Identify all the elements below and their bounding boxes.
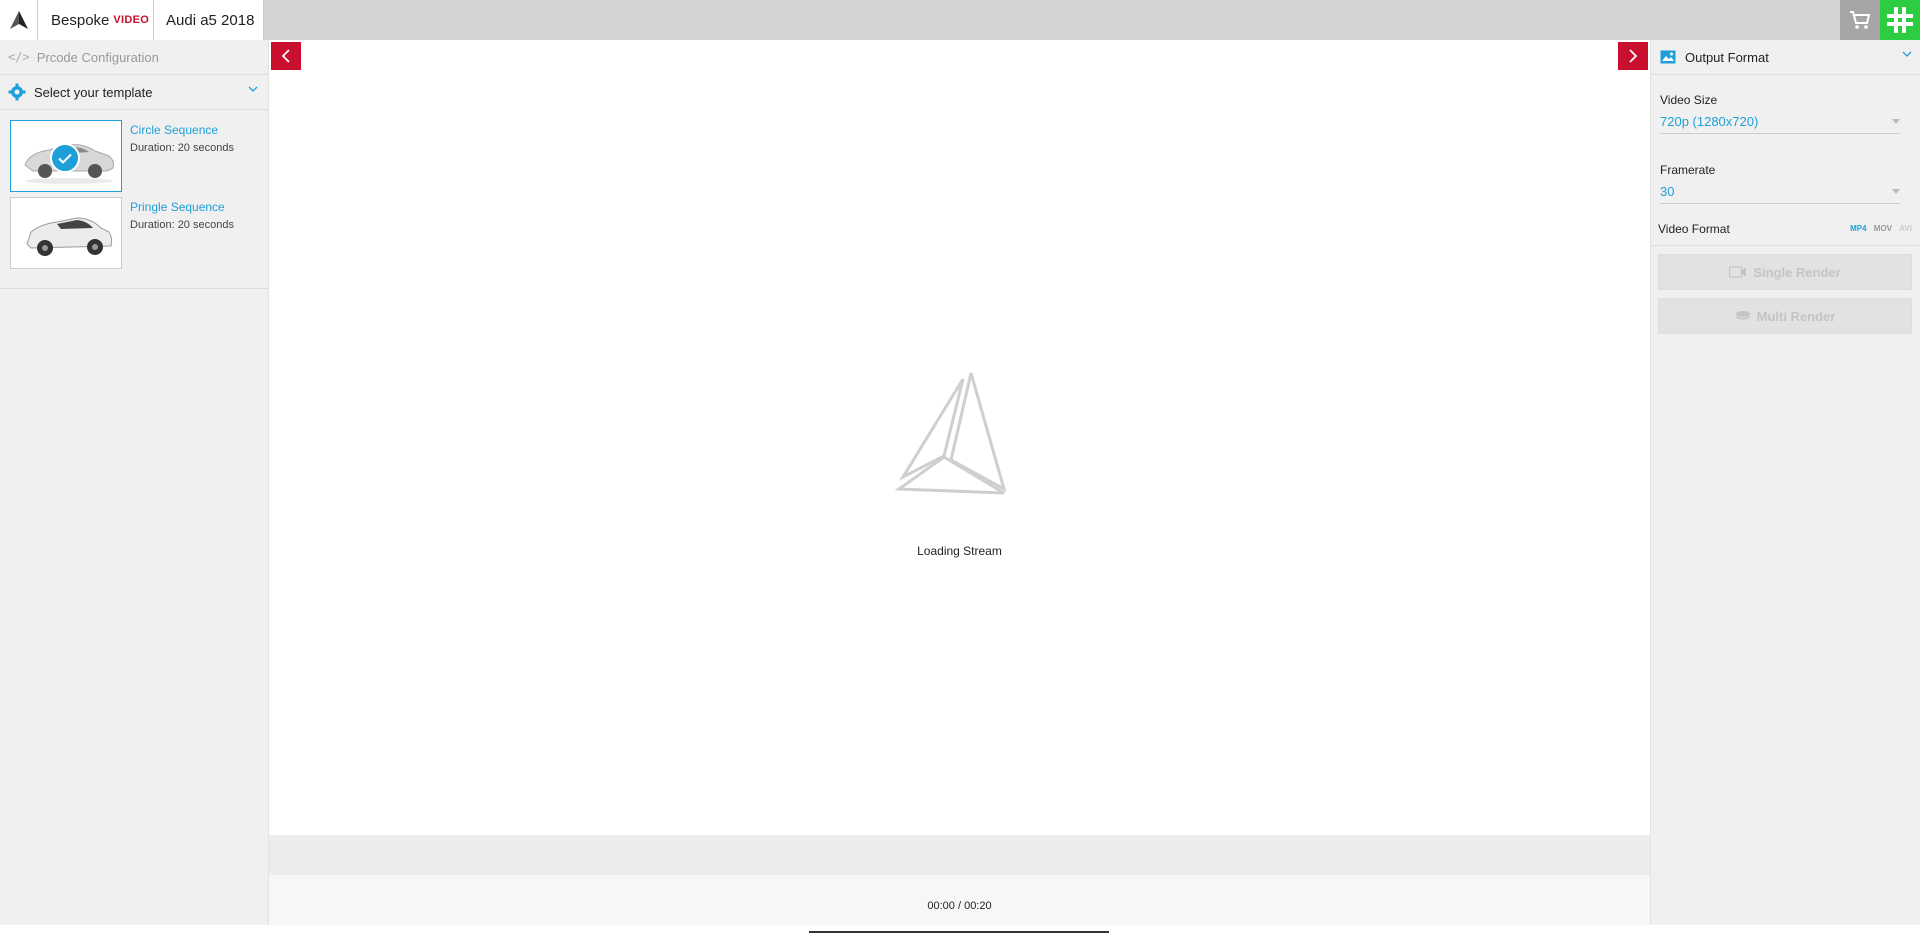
logo-icon[interactable]: [0, 0, 37, 40]
selected-check-icon: [50, 143, 80, 173]
top-bar: Bespoke VIDEO Audi a5 2018: [0, 0, 1920, 40]
extension-icon: [1887, 7, 1913, 33]
cart-button[interactable]: [1840, 0, 1880, 40]
car-image: [26, 217, 113, 256]
layers-icon: [1735, 311, 1751, 320]
code-icon: </>: [8, 50, 30, 64]
loading-logo-icon: [894, 372, 1006, 495]
video-size-label: Video Size: [1660, 93, 1718, 107]
template-selector[interactable]: Select your template: [0, 75, 268, 110]
caret-down-icon: [1892, 189, 1900, 194]
format-option-avi[interactable]: AVI: [1899, 224, 1912, 233]
video-size-select[interactable]: 720p (1280x720): [1660, 114, 1900, 134]
prcode-configuration[interactable]: </> Prcode Configuration: [0, 40, 268, 75]
timecode: 00:00 / 00:20: [927, 900, 992, 912]
single-render-button[interactable]: Single Render: [1658, 254, 1912, 290]
video-size-value: 720p (1280x720): [1660, 114, 1759, 129]
caret-down-icon: [1892, 119, 1900, 124]
format-option-mp4[interactable]: MP4: [1850, 224, 1866, 233]
video-camera-icon: [1729, 266, 1747, 278]
tab-bespoke-video[interactable]: Bespoke VIDEO: [37, 0, 154, 40]
extension-button[interactable]: [1880, 0, 1920, 40]
gear-icon: [8, 83, 26, 101]
output-format-header[interactable]: Output Format: [1651, 40, 1920, 75]
prcode-label: Prcode Configuration: [36, 49, 159, 65]
chevron-down-icon: [1902, 51, 1912, 57]
template-select-label: Select your template: [34, 84, 153, 100]
framerate-value: 30: [1660, 184, 1675, 199]
cart-icon: [1850, 11, 1871, 29]
template-thumbnail[interactable]: [10, 197, 122, 269]
loading-indicator: Loading Stream: [269, 365, 1650, 558]
template-list: Circle Sequence Duration: 20 seconds Pri…: [0, 110, 268, 289]
template-card-pringle[interactable]: Pringle Sequence Duration: 20 seconds: [10, 197, 268, 269]
chevron-right-icon: [1629, 49, 1638, 63]
format-option-mov[interactable]: MOV: [1874, 224, 1892, 233]
template-name[interactable]: Pringle Sequence: [130, 200, 234, 214]
framerate-label: Framerate: [1660, 163, 1716, 177]
multi-render-button[interactable]: Multi Render: [1658, 298, 1912, 334]
output-panel: Output Format Video Size 720p (1280x720)…: [1650, 40, 1920, 925]
single-render-label: Single Render: [1753, 264, 1841, 280]
template-card-circle[interactable]: Circle Sequence Duration: 20 seconds: [10, 120, 268, 192]
multi-render-label: Multi Render: [1756, 308, 1836, 324]
image-icon: [1660, 50, 1676, 64]
template-thumbnail[interactable]: [10, 120, 122, 192]
template-duration: Duration: 20 seconds: [130, 219, 234, 231]
video-viewport: Loading Stream 00:00 / 00:20: [269, 40, 1650, 933]
chevron-down-icon: [248, 86, 258, 92]
template-name[interactable]: Circle Sequence: [130, 123, 234, 137]
tab-project[interactable]: Audi a5 2018: [154, 0, 264, 40]
video-format-row: Video Format MP4 MOV AVI: [1658, 222, 1920, 236]
prev-button[interactable]: [271, 42, 301, 70]
output-format-title: Output Format: [1685, 49, 1769, 65]
left-sidebar: </> Prcode Configuration Select your tem…: [0, 40, 269, 925]
next-button[interactable]: [1618, 42, 1648, 70]
controls-strip: [269, 835, 1650, 875]
app-suffix: VIDEO: [113, 14, 150, 26]
template-duration: Duration: 20 seconds: [130, 142, 234, 154]
framerate-select[interactable]: 30: [1660, 184, 1900, 204]
video-format-label: Video Format: [1658, 222, 1730, 236]
chevron-left-icon: [281, 49, 290, 63]
app-name: Bespoke: [51, 11, 110, 29]
loading-text: Loading Stream: [917, 544, 1002, 558]
